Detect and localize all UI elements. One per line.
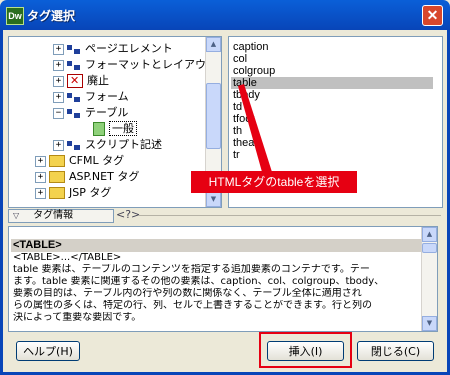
- insert-button-highlight: [259, 332, 352, 368]
- help-button[interactable]: ヘルプ(H): [16, 341, 80, 361]
- description-line: table 要素は、テーブルのコンテンツを指定する追加要素のコンテナです。テー: [13, 264, 370, 275]
- description-line: 要素の目的は、テーブル内の行や列の数に関係なく、テーブル全体に適用され: [13, 288, 362, 299]
- description-line: ます。table 要素に関連するその他の要素は、caption、col、colg…: [13, 276, 385, 287]
- tag-description-panel[interactable]: <TABLE> <TABLE>...</TABLE> table 要素は、テーブ…: [8, 226, 438, 332]
- scroll-down-icon[interactable]: ▼: [422, 316, 437, 331]
- close-button[interactable]: 閉じる(C): [357, 341, 434, 361]
- description-line: <TABLE>...</TABLE>: [13, 252, 122, 263]
- divider: [138, 215, 441, 216]
- tag-info-label: タグ情報: [33, 210, 74, 221]
- tag-info-toggle[interactable]: ▽ タグ情報: [8, 209, 114, 223]
- collapse-triangle-icon: ▽: [13, 211, 20, 220]
- tag-info-bar: ▽ タグ情報 <?>: [8, 208, 441, 223]
- description-line: 決によって重要な要因です。: [13, 312, 142, 323]
- annotation-label: HTMLタグのtableを選択: [191, 171, 357, 193]
- description-heading: <TABLE>: [11, 239, 421, 252]
- scroll-up-icon[interactable]: ▲: [422, 227, 437, 242]
- scroll-thumb[interactable]: [422, 243, 437, 253]
- code-view-icon[interactable]: <?>: [116, 208, 140, 221]
- description-scrollbar[interactable]: ▲ ▼: [421, 227, 437, 331]
- description-line: らの属性の多くは、特定の行、列、セルで上書きすることができます。行と列の: [13, 300, 372, 311]
